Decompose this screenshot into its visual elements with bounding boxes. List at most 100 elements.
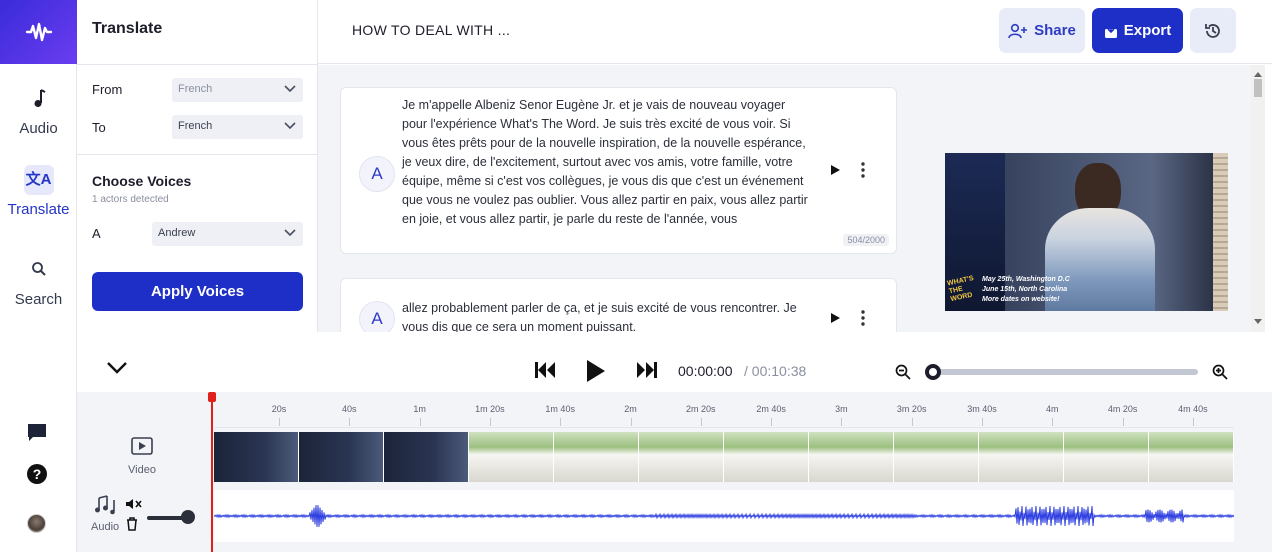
rail-item-translate[interactable]: 文A Translate xyxy=(0,165,77,218)
share-label: Share xyxy=(1034,22,1076,39)
audio-waveform xyxy=(213,505,1236,527)
zoom-slider[interactable] xyxy=(930,369,1198,375)
play-icon[interactable] xyxy=(829,164,841,176)
total-time: / 00:10:38 xyxy=(744,363,807,379)
collapse-chevron-icon[interactable] xyxy=(106,361,128,375)
ruler-tick-label: 2m 40s xyxy=(756,404,786,414)
scroll-down-icon[interactable] xyxy=(1254,319,1262,325)
ruler-tick xyxy=(1192,418,1194,426)
overlay-line-3: More dates on website! xyxy=(982,296,1060,303)
trash-icon[interactable] xyxy=(126,517,138,531)
to-language-select[interactable]: French xyxy=(172,115,303,139)
choose-voices-title: Choose Voices xyxy=(92,173,192,189)
scroll-thumb[interactable] xyxy=(1254,79,1262,97)
video-frame-thumbnail xyxy=(299,432,384,482)
play-icon[interactable] xyxy=(585,359,607,383)
chevron-down-icon xyxy=(284,85,296,93)
skip-back-icon[interactable] xyxy=(534,361,556,379)
transcript-card[interactable]: A Je m'appelle Albeniz Senor Eugène Jr. … xyxy=(340,87,897,254)
waveform-path xyxy=(213,505,1236,527)
playhead-handle[interactable] xyxy=(208,392,216,402)
more-vertical-icon[interactable] xyxy=(859,161,867,179)
video-frame-thumbnail xyxy=(469,432,554,482)
scroll-up-icon[interactable] xyxy=(1254,71,1262,77)
volume-slider-handle[interactable] xyxy=(181,510,195,524)
video-frame-thumbnail xyxy=(554,432,639,482)
actor-avatar[interactable]: A xyxy=(359,301,395,332)
transcript-card[interactable]: A allez probablement parler de ça, et je… xyxy=(340,278,897,332)
track-labels: Video Audio xyxy=(77,428,214,552)
timeline[interactable]: 20s 40s 1m 1m 20s 1m 40s 2m 2m 20s 2m 40s 3m 3m 2… xyxy=(77,392,1272,552)
timeline-ruler[interactable]: 20s 40s 1m 1m 20s 1m 40s 2m 2m 20s 2m 40s 3m 3m 2… xyxy=(214,392,1234,428)
music-note-icon xyxy=(24,84,54,114)
rail-item-audio[interactable]: Audio xyxy=(0,84,77,137)
app-logo[interactable] xyxy=(0,0,77,64)
more-vertical-icon[interactable] xyxy=(859,309,867,327)
rail-label-translate: Translate xyxy=(7,201,70,218)
video-overlay-text: May 25th, Washington D.C June 15th, Nort… xyxy=(982,275,1070,305)
actor-voice-value: Andrew xyxy=(158,227,196,239)
transcript-text[interactable]: Je m'appelle Albeniz Senor Eugène Jr. et… xyxy=(402,96,812,229)
transcript-text[interactable]: allez probablement parler de ça, et je s… xyxy=(402,299,812,332)
ruler-tick xyxy=(489,418,491,426)
overlay-line-2: June 15th, North Carolina xyxy=(982,286,1068,293)
ruler-tick xyxy=(279,418,280,426)
from-language-select[interactable]: French xyxy=(172,78,303,102)
rail-label-audio: Audio xyxy=(19,120,58,137)
video-preview[interactable]: WHAT'S THE WORD May 25th, Washington D.C… xyxy=(945,153,1228,311)
actor-avatar[interactable]: A xyxy=(359,156,395,192)
ruler-tick xyxy=(630,418,632,426)
rail-item-search[interactable]: Search xyxy=(0,255,77,308)
ruler-tick xyxy=(1122,418,1124,426)
overlay-line-1: May 25th, Washington D.C xyxy=(982,276,1070,283)
character-count: 504/2000 xyxy=(843,234,889,246)
project-title[interactable]: HOW TO DEAL WITH ... xyxy=(352,22,510,38)
video-frame-thumbnail xyxy=(384,432,469,482)
actors-detected-text: 1 actors detected xyxy=(92,194,169,205)
ruler-tick-label: 3m 20s xyxy=(896,404,927,414)
avatar[interactable] xyxy=(27,514,46,533)
video-track-icon xyxy=(131,437,153,455)
ruler-tick xyxy=(771,418,773,426)
ruler-tick-label: 3m xyxy=(835,404,848,414)
nav-rail: Audio 文A Translate Search ? xyxy=(0,0,77,552)
mute-icon[interactable] xyxy=(125,498,143,510)
ruler-tick xyxy=(560,418,562,426)
video-track-label: Video xyxy=(128,464,156,476)
from-label: From xyxy=(92,82,123,97)
player-controls: 00:00:00 / 00:10:38 xyxy=(77,340,1272,392)
svg-text:?: ? xyxy=(33,466,42,482)
history-button[interactable] xyxy=(1190,8,1236,53)
playhead[interactable] xyxy=(211,392,213,552)
skip-forward-icon[interactable] xyxy=(636,361,658,379)
play-icon[interactable] xyxy=(829,312,841,324)
ruler-tick xyxy=(841,418,843,426)
panel-title: Translate xyxy=(92,20,163,37)
share-button[interactable]: Share xyxy=(999,8,1085,53)
help-icon[interactable]: ? xyxy=(26,463,48,490)
apply-voices-button[interactable]: Apply Voices xyxy=(92,272,303,311)
audio-track[interactable] xyxy=(213,490,1236,542)
video-frame-thumbnail xyxy=(1149,432,1234,482)
ruler-tick xyxy=(911,418,913,426)
ruler-tick-label: 4m xyxy=(1046,404,1059,414)
ruler-tick-label: 4m 40s xyxy=(1178,404,1208,414)
to-language-value: French xyxy=(178,120,213,132)
preview-scrollbar[interactable] xyxy=(1251,65,1265,332)
video-frame-thumbnail xyxy=(979,432,1064,482)
zoom-out-icon[interactable] xyxy=(895,364,911,380)
actor-label: A xyxy=(92,226,101,241)
actor-voice-select[interactable]: Andrew xyxy=(152,222,303,246)
export-button[interactable]: Export xyxy=(1092,8,1183,53)
music-notes-icon xyxy=(95,495,115,515)
video-frame-thumbnail xyxy=(894,432,979,482)
ruler-tick-label: 1m 40s xyxy=(545,404,575,414)
ruler-tick-label: 4m 20s xyxy=(1107,404,1138,414)
to-label: To xyxy=(92,120,106,135)
video-frame-thumbnail xyxy=(1064,432,1149,482)
chat-icon[interactable] xyxy=(26,422,48,449)
video-track[interactable] xyxy=(214,432,1234,482)
zoom-slider-handle[interactable] xyxy=(925,364,941,380)
add-user-icon xyxy=(1008,23,1028,38)
zoom-in-icon[interactable] xyxy=(1212,364,1228,380)
